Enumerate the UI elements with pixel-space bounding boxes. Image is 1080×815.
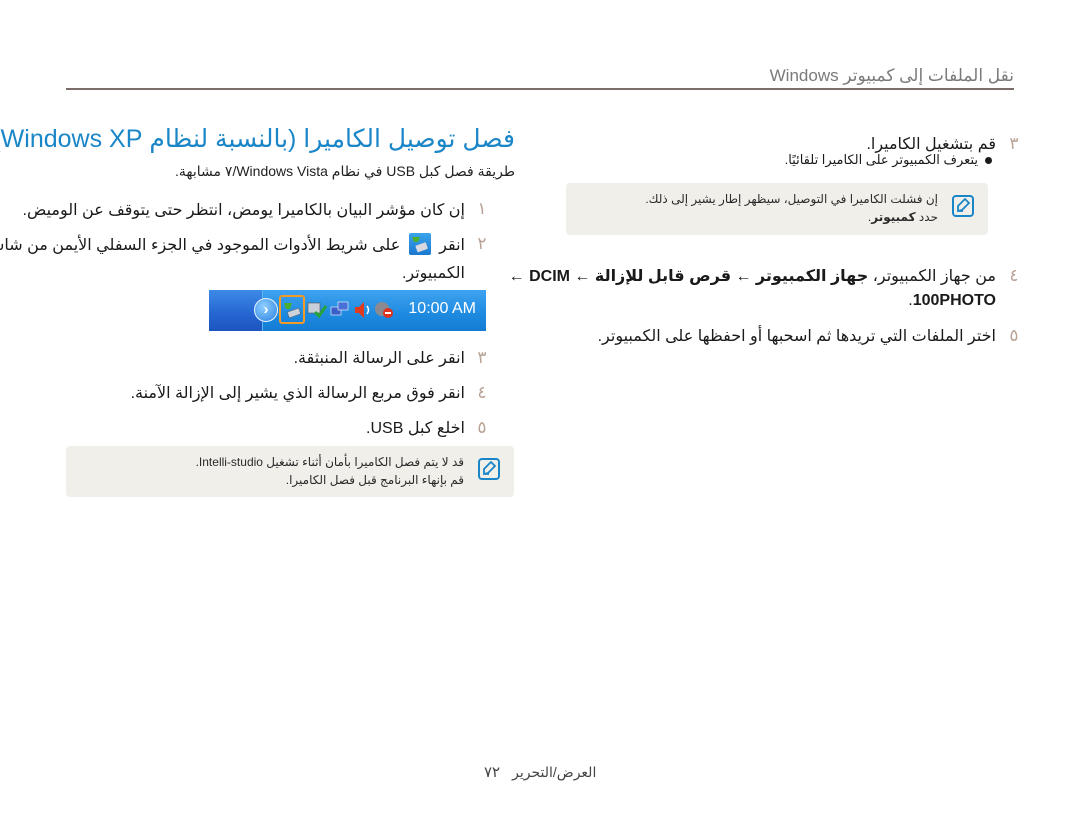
step-number-1: ١ xyxy=(477,199,487,218)
step-4-text: انقر فوق مربع الرسالة الذي يشير إلى الإز… xyxy=(130,385,465,402)
right-step-number-3: ٣ xyxy=(1009,134,1019,153)
page-footer: العرض/التحرير ٧٢ xyxy=(484,763,596,781)
step-number-5: ٥ xyxy=(477,418,487,437)
step-2-text: انقر على شريط الأدوات الموجود في الجزء ا… xyxy=(0,231,465,261)
note-box-left: قد لا يتم فصل الكاميرا بأمان أثناء تشغيل… xyxy=(66,446,514,497)
note-left-line1: قد لا يتم فصل الكاميرا بأمان أثناء تشغيل… xyxy=(195,455,464,469)
note-right-line1: إن فشلت الكاميرا في التوصيل، سيظهر إطار … xyxy=(645,192,938,206)
right-step-4-folder: 100PHOTO xyxy=(912,292,996,309)
security-center-icon[interactable] xyxy=(307,301,327,319)
note-icon xyxy=(952,195,974,217)
expand-tray-icon[interactable]: › xyxy=(254,298,278,322)
right-step-4-prefix: من جهاز الكمبيوتر، xyxy=(868,268,996,285)
right-step-4-line2: 100PHOTO. xyxy=(560,286,996,316)
right-step-5-text: اختر الملفات التي تريدها ثم اسحبها أو اح… xyxy=(597,328,996,345)
right-step-4-path: جهاز الكمبيوتر ← قرص قابل للإزالة ← DCIM… xyxy=(508,268,869,285)
note-right-line2: حدد كمبيوتر. xyxy=(578,208,938,226)
note-icon xyxy=(478,458,500,480)
taskbar-clock: 10:00 AM xyxy=(408,300,476,317)
right-step-number-4: ٤ xyxy=(1009,266,1019,285)
step-2-text-end: على شريط الأدوات الموجود في الجزء السفلي… xyxy=(0,237,401,254)
section-title: فصل توصيل الكاميرا (بالنسبة لنظام Window… xyxy=(0,125,515,153)
page-number: ٧٢ xyxy=(484,764,501,781)
footer-section: العرض/التحرير xyxy=(512,764,597,780)
safely-remove-hardware-icon[interactable] xyxy=(282,301,302,319)
note-right-line2-bold: كمبيوتر xyxy=(871,210,916,224)
note-box-right: إن فشلت الكاميرا في التوصيل، سيظهر إطار … xyxy=(566,183,988,235)
step-number-4: ٤ xyxy=(477,383,487,402)
note-left-line2: قم بإنهاء البرنامج قبل فصل الكاميرا. xyxy=(285,473,464,487)
section-subtitle: طريقة فصل كبل USB في نظام Windows Vista/… xyxy=(175,163,515,179)
header-divider xyxy=(66,88,1014,90)
right-step-number-5: ٥ xyxy=(1009,326,1019,345)
blocked-icon[interactable] xyxy=(374,301,394,319)
bullet-dot xyxy=(985,157,992,164)
step-2-text-start: انقر xyxy=(439,237,465,254)
step-1-text: إن كان مؤشر البيان بالكاميرا يومض، انتظر… xyxy=(22,202,465,219)
bullet-text: يتعرف الكمبيوتر على الكاميرا تلقائيًا. xyxy=(784,152,978,167)
step-2-text-line2: الكمبيوتر. xyxy=(401,265,465,282)
step-5-text: اخلع كبل USB. xyxy=(366,420,465,437)
page-header-title: نقل الملفات إلى كمبيوتر Windows xyxy=(769,66,1014,85)
step-number-2: ٢ xyxy=(477,234,487,253)
note-right-line2-prefix: حدد xyxy=(915,210,938,224)
windows-taskbar: › 10:00 AM xyxy=(209,290,486,331)
safely-remove-hardware-icon xyxy=(408,233,431,255)
step-3-text: انقر على الرسالة المنبثقة. xyxy=(293,350,465,367)
network-icon[interactable] xyxy=(330,301,350,319)
step-number-3: ٣ xyxy=(477,348,487,367)
volume-icon[interactable] xyxy=(353,301,373,319)
